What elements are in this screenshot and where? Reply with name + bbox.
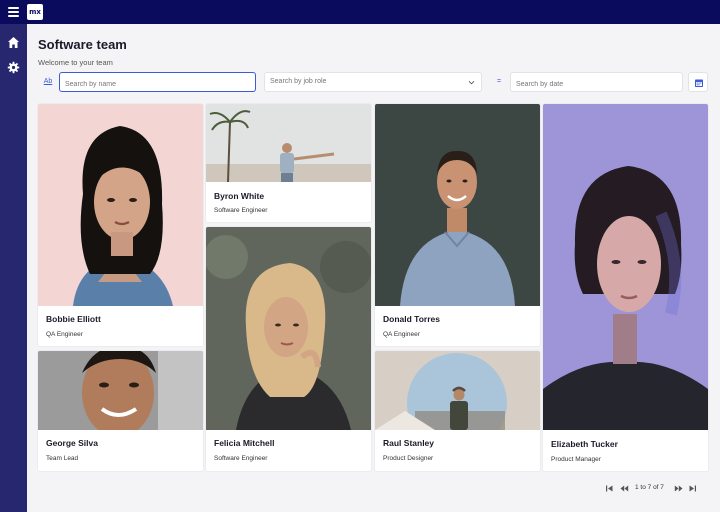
first-page-icon[interactable] <box>605 484 614 493</box>
team-member-card[interactable]: Felicia Mitchell Software Engineer <box>206 227 371 471</box>
team-member-card[interactable]: George Silva Team Lead <box>38 351 203 471</box>
member-name: George Silva <box>46 438 98 448</box>
member-name: Byron White <box>214 191 265 201</box>
profile-photo <box>543 104 708 430</box>
profile-photo <box>206 104 371 182</box>
home-icon[interactable] <box>7 36 20 49</box>
profile-photo <box>38 351 203 430</box>
team-member-card[interactable]: Byron White Software Engineer <box>206 104 371 222</box>
name-filter-type-toggle[interactable]: Ab <box>38 72 58 92</box>
menu-icon[interactable] <box>8 7 19 17</box>
team-member-card[interactable]: Elizabeth Tucker Product Manager <box>543 104 708 471</box>
date-filter-operator[interactable]: = <box>489 72 509 92</box>
calendar-icon <box>695 79 703 87</box>
gear-icon[interactable] <box>7 61 20 74</box>
next-page-icon[interactable] <box>674 484 683 493</box>
member-name: Donald Torres <box>383 314 440 324</box>
team-member-card[interactable]: Donald Torres QA Engineer <box>375 104 540 346</box>
member-role: QA Engineer <box>46 331 83 338</box>
search-date-input[interactable] <box>511 75 682 94</box>
team-member-card[interactable]: Raul Stanley Product Designer <box>375 351 540 471</box>
page-title: Software team <box>38 37 127 52</box>
profile-photo <box>206 227 371 430</box>
sidebar <box>0 24 27 512</box>
prev-page-icon[interactable] <box>620 484 629 493</box>
member-name: Bobbie Elliott <box>46 314 101 324</box>
calendar-button[interactable] <box>688 72 708 92</box>
role-filter-placeholder: Search by job role <box>270 78 327 85</box>
member-name: Elizabeth Tucker <box>551 439 618 449</box>
top-bar: mx <box>0 0 720 24</box>
member-role: Product Manager <box>551 456 601 463</box>
search-name-input[interactable] <box>60 75 255 94</box>
member-role: Software Engineer <box>214 455 268 462</box>
date-filter <box>510 72 683 94</box>
main-content: Software team Welcome to your team Ab Se… <box>27 24 720 512</box>
app-logo[interactable]: mx <box>27 4 43 20</box>
member-role: Team Lead <box>46 455 79 462</box>
member-role: QA Engineer <box>383 331 420 338</box>
member-name: Raul Stanley <box>383 438 435 448</box>
role-filter-dropdown[interactable]: Search by job role <box>264 72 482 92</box>
profile-photo <box>38 104 203 306</box>
pagination-summary: 1 to 7 of 7 <box>635 484 664 491</box>
profile-photo <box>375 351 540 430</box>
name-filter <box>59 72 256 94</box>
member-role: Software Engineer <box>214 207 268 214</box>
page-subtitle: Welcome to your team <box>38 58 113 67</box>
member-name: Felicia Mitchell <box>214 438 275 448</box>
last-page-icon[interactable] <box>688 484 697 493</box>
team-member-card[interactable]: Bobbie Elliott QA Engineer <box>38 104 203 346</box>
profile-photo <box>375 104 540 306</box>
chevron-down-icon <box>468 80 475 85</box>
member-role: Product Designer <box>383 455 434 462</box>
